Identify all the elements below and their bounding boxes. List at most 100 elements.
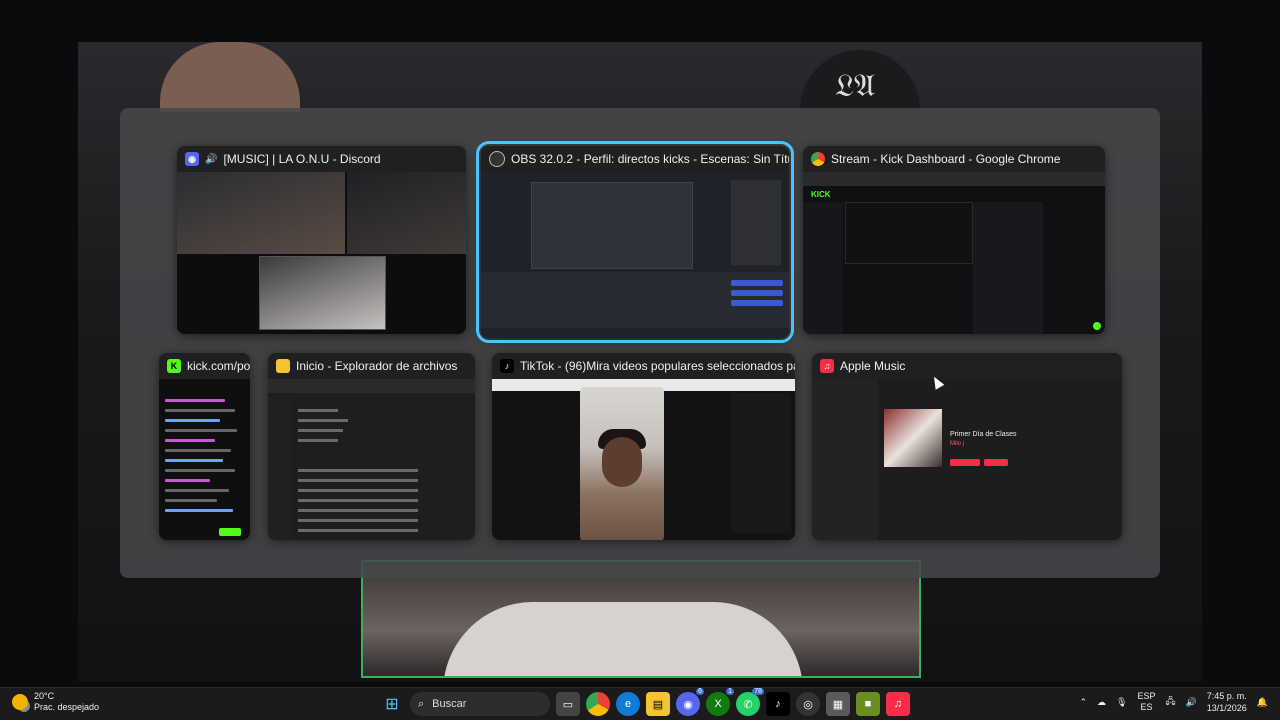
chat-line [165, 419, 220, 422]
search-box[interactable]: ⌕ Buscar [410, 692, 550, 716]
window-thumbnail-kick-popout[interactable]: K kick.com/popo... [159, 353, 250, 540]
search-placeholder: Buscar [432, 698, 467, 710]
chrome-taskbar-icon[interactable] [586, 692, 610, 716]
window-thumbnail-apple-music[interactable]: ♫ Apple Music Primer Día de Clases Milo … [812, 353, 1122, 540]
chat-line [165, 449, 231, 452]
shirt [443, 602, 803, 676]
window-title: kick.com/popo... [187, 359, 250, 373]
file-row [298, 489, 418, 492]
notifications-icon[interactable]: 🔔 [1257, 697, 1268, 708]
shuffle-button [984, 459, 1008, 466]
edge-icon[interactable]: e [616, 692, 640, 716]
volume-icon[interactable]: 🔊 [1186, 697, 1197, 708]
video-tile [177, 172, 345, 254]
xbox-badge: 1 [726, 688, 734, 695]
chat-line [165, 409, 235, 412]
search-icon: ⌕ [418, 697, 425, 710]
obs-icon [489, 151, 505, 167]
browser-tabs [803, 172, 1105, 186]
system-tray: ⌃ ☁ 🎙 ESP ES 🖧 🔊 7:45 p. m. 13/1/2026 🔔 [1079, 690, 1268, 714]
window-title-bar: ♪ TikTok - (96)Mira videos populares sel… [492, 353, 795, 379]
calculator-icon[interactable]: ▦ [826, 692, 850, 716]
music-sidebar [812, 379, 878, 540]
taskbar-apps: ⊞ ⌕ Buscar ▭ e ▤ ◉ 6 X1 ✆ 78 ♪ ◎ ▦ ■ ♫ [380, 688, 910, 716]
file-row [298, 479, 418, 482]
window-preview [268, 379, 475, 540]
chevron-up-icon[interactable]: ⌃ [1079, 697, 1087, 708]
window-thumbnail-tiktok[interactable]: ♪ TikTok - (96)Mira videos populares sel… [492, 353, 795, 540]
video-subject [602, 437, 642, 487]
start-button[interactable]: ⊞ [380, 692, 404, 716]
album-cover [884, 409, 942, 467]
tiktok-comments [731, 393, 791, 533]
window-title: [MUSIC] | LA O.N.U - Discord [223, 152, 381, 166]
window-thumbnail-obs[interactable]: OBS 32.0.2 - Perfil: directos kicks - Es… [476, 141, 794, 343]
tiktok-taskbar-icon[interactable]: ♪ [766, 692, 790, 716]
chrome-icon [811, 152, 825, 166]
obs-taskbar-icon[interactable]: ◎ [796, 692, 820, 716]
chat-send-button [219, 528, 241, 536]
window-title-bar: ♫ Apple Music [812, 353, 1122, 379]
taskbar: 20°C Prac. despejado ⊞ ⌕ Buscar ▭ e ▤ ◉ 6… [0, 687, 1280, 720]
tiktok-video [580, 387, 664, 540]
window-thumbnail-chrome[interactable]: Stream - Kick Dashboard - Google Chrome … [803, 146, 1105, 334]
language-bottom: ES [1140, 702, 1153, 712]
chat-panel [973, 202, 1043, 334]
whatsapp-icon[interactable]: ✆ 78 [736, 688, 764, 716]
window-preview [492, 379, 795, 540]
discord-taskbar-icon[interactable]: ◉ 6 [676, 688, 704, 716]
clock[interactable]: 7:45 p. m. 13/1/2026 [1207, 690, 1247, 714]
chat-line [165, 479, 210, 482]
window-preview: Primer Día de Clases Milo j [812, 379, 1122, 540]
task-view-icon[interactable]: ▭ [556, 692, 580, 716]
xbox-icon[interactable]: X1 [706, 688, 734, 716]
stream-preview [845, 202, 973, 264]
kick-logo: KICK [811, 190, 831, 199]
apple-music-icon: ♫ [820, 359, 834, 373]
window-title: Stream - Kick Dashboard - Google Chrome [831, 152, 1061, 166]
file-row [298, 499, 418, 502]
file-explorer-taskbar-icon[interactable]: ▤ [646, 692, 670, 716]
weather-widget[interactable]: 20°C Prac. despejado [12, 691, 99, 713]
obs-side-preview [731, 180, 781, 265]
file-row [298, 529, 418, 532]
whatsapp-badge: 78 [752, 688, 764, 695]
chat-line [165, 439, 215, 442]
minecraft-icon[interactable]: ■ [856, 692, 880, 716]
chat-line [165, 429, 237, 432]
window-title-bar: Stream - Kick Dashboard - Google Chrome [803, 146, 1105, 172]
window-thumbnail-explorer[interactable]: Inicio - Explorador de archivos [268, 353, 475, 540]
album-artist: Milo j [950, 441, 965, 447]
obs-virtualcam-button [731, 300, 783, 306]
window-title: Apple Music [840, 359, 906, 373]
window-preview [159, 379, 250, 540]
microphone-icon[interactable]: 🎙 [1116, 697, 1127, 708]
folder-item [298, 439, 338, 442]
network-icon[interactable]: 🖧 [1165, 694, 1175, 710]
apple-music-taskbar-icon[interactable]: ♫ [886, 692, 910, 716]
explorer-nav-pane [268, 395, 292, 540]
window-thumbnail-discord[interactable]: ◉ 🔊 [MUSIC] | LA O.N.U - Discord [177, 146, 466, 334]
weather-temp: 20°C [34, 691, 55, 701]
chat-line [165, 499, 217, 502]
folder-icon [276, 359, 290, 373]
window-preview [177, 172, 466, 334]
tiktok-icon: ♪ [500, 359, 514, 373]
obs-record-button [731, 290, 783, 296]
folder-item [298, 419, 348, 422]
window-title-bar: OBS 32.0.2 - Perfil: directos kicks - Es… [481, 146, 789, 172]
video-tile [259, 256, 386, 330]
explorer-toolbar [268, 379, 475, 393]
dashboard-sidebar [803, 202, 843, 334]
chat-line [165, 489, 229, 492]
onedrive-icon[interactable]: ☁ [1097, 697, 1106, 708]
file-row [298, 469, 418, 472]
obs-stream-button [731, 280, 783, 286]
window-title: OBS 32.0.2 - Perfil: directos kicks - Es… [511, 152, 789, 166]
language-top: ESP [1137, 691, 1156, 701]
obs-preview-canvas [531, 182, 693, 269]
file-row [298, 509, 418, 512]
chat-line [165, 469, 235, 472]
language-indicator[interactable]: ESP ES [1137, 691, 1155, 713]
window-title-bar: K kick.com/popo... [159, 353, 250, 379]
